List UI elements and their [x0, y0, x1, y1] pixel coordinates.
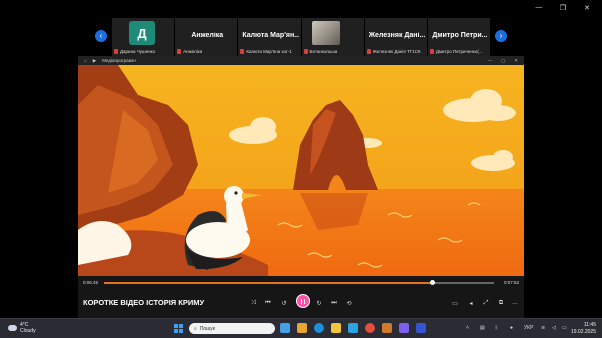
fullscreen-icon[interactable]: ⤢ — [481, 300, 491, 307]
participant-tile[interactable]: Калюта Мар'ян... Калюта Мар'яна хог-1 — [238, 18, 302, 56]
cloud-icon — [8, 325, 17, 331]
task-view-icon[interactable] — [280, 323, 290, 333]
taskbar: 4°C Cloudy ⌕ Пошук ˄ ▤ ᛒ ● УКР ≋ ◁ ▭ 11:… — [0, 318, 602, 338]
player-titlebar: ⌂ ▶ Медіапрогравач — ▢ ✕ — [78, 56, 524, 65]
participant-subname: Анжеліка — [183, 49, 203, 54]
participant-tile[interactable]: Бетанкольша — [301, 18, 365, 56]
chrome-icon[interactable] — [365, 323, 375, 333]
mic-muted-icon — [366, 49, 371, 54]
participant-tile[interactable]: Анжеліка Анжеліка — [175, 18, 239, 56]
forward-30-icon[interactable]: ↻ — [314, 300, 324, 307]
avatar — [311, 21, 340, 45]
mic-icon[interactable]: ● — [510, 325, 513, 331]
mic-muted-icon — [114, 49, 118, 54]
edge-icon[interactable] — [314, 323, 324, 333]
participant-name: Дмитро Петри... — [432, 32, 488, 39]
clock-time: 11:45 — [583, 322, 596, 328]
avatar: Д — [129, 21, 155, 45]
seek-bar[interactable] — [104, 280, 494, 285]
search-placeholder: Пошук — [199, 325, 215, 332]
seek-handle[interactable] — [429, 280, 435, 285]
time-elapsed: 0:06:45 — [83, 280, 99, 285]
tray-app-icon[interactable]: ▤ — [480, 325, 485, 331]
telegram-icon[interactable] — [348, 323, 358, 333]
participant-name: Калюта Мар'ян... — [242, 32, 299, 39]
teams-icon[interactable] — [416, 323, 426, 333]
time-total: 0:07:52 — [503, 280, 519, 285]
window-controls: — ❐ ✕ — [532, 4, 594, 12]
subtitles-icon[interactable]: ▭ — [450, 300, 460, 307]
participant-subname: Железняк Данія ТГ1СК — [372, 49, 421, 54]
restore-icon[interactable]: ❐ — [556, 4, 570, 12]
participant-name: Железняк Дані... — [368, 32, 425, 39]
mic-muted-icon — [429, 49, 434, 54]
participant-tile[interactable]: Д Дарина Чушенко — [112, 18, 176, 56]
bluetooth-icon[interactable]: ᛒ — [495, 325, 498, 331]
player-window-title: Медіапрогравач — [102, 58, 136, 63]
start-icon[interactable] — [174, 324, 183, 333]
shuffle-icon[interactable]: ⤨ — [248, 300, 258, 307]
media-player-window: ⌂ ▶ Медіапрогравач — ▢ ✕ 0:06:45 0:07:52… — [78, 56, 524, 318]
file-explorer-icon[interactable] — [331, 323, 341, 333]
clock-date: 19.02.2025 — [570, 328, 596, 335]
player-controls: 0:06:45 0:07:52 КОРОТКЕ ВІДЕО ІСТОРІЯ КР… — [78, 276, 524, 318]
clock[interactable]: 11:45 19.02.2025 — [571, 322, 596, 335]
video-frame[interactable] — [78, 65, 524, 276]
viber-icon[interactable] — [399, 323, 409, 333]
restore-icon[interactable]: ▢ — [501, 58, 505, 64]
mic-muted-icon — [240, 49, 245, 54]
screen: — ❐ ✕ ‹ › Д Дарина Чушенко Анжеліка Анже… — [0, 0, 602, 338]
participant-name: Анжеліка — [191, 32, 224, 39]
next-icon[interactable]: ⏭ — [329, 300, 339, 307]
language-indicator[interactable]: УКР — [524, 325, 533, 331]
photos-icon[interactable] — [382, 323, 392, 333]
previous-icon[interactable]: ⏮ — [263, 300, 273, 307]
participant-subname: Дарина Чушенко — [120, 49, 156, 54]
media-player-icon: ▶ — [92, 57, 97, 63]
search-icon: ⌕ — [194, 325, 197, 332]
close-icon[interactable]: ✕ — [514, 58, 518, 64]
video-title: КОРОТКЕ ВІДЕО ІСТОРІЯ КРИМУ — [83, 298, 205, 307]
weather-condition: Cloudy — [20, 328, 36, 334]
participant-subname: Дмитро Петриченко(... — [435, 49, 483, 54]
app-icon[interactable] — [297, 323, 307, 333]
mic-muted-icon — [177, 49, 182, 54]
pause-button[interactable] — [296, 294, 310, 308]
participant-subname: Калюта Мар'яна хог-1 — [246, 49, 292, 54]
tray-overflow-icon[interactable]: ˄ — [466, 325, 469, 331]
participants-strip: Д Дарина Чушенко Анжеліка Анжеліка Калют… — [112, 18, 491, 56]
home-icon[interactable]: ⌂ — [84, 58, 87, 63]
next-participants-button[interactable]: › — [495, 30, 507, 42]
mic-muted-icon — [303, 49, 308, 54]
wifi-icon[interactable]: ≋ — [541, 325, 545, 331]
seek-fill — [104, 282, 432, 284]
repeat-icon[interactable]: ⟲ — [344, 300, 354, 307]
battery-icon[interactable]: ▭ — [562, 325, 567, 331]
more-options-icon[interactable]: … — [510, 300, 520, 306]
participant-tile[interactable]: Железняк Дані... Железняк Данія ТГ1СК — [364, 18, 428, 56]
minimize-icon[interactable]: — — [487, 58, 492, 64]
miniplayer-icon[interactable]: ⧉ — [496, 300, 506, 307]
minimize-icon[interactable]: — — [532, 4, 546, 12]
video-scene — [78, 65, 524, 276]
close-icon[interactable]: ✕ — [580, 4, 594, 12]
prev-participants-button[interactable]: ‹ — [95, 30, 107, 42]
weather-widget[interactable]: 4°C Cloudy — [8, 322, 36, 334]
volume-icon[interactable]: ◂ — [466, 300, 476, 307]
participant-tile[interactable]: Дмитро Петри... Дмитро Петриченко(... — [427, 18, 491, 56]
taskbar-search[interactable]: ⌕ Пошук — [189, 323, 275, 334]
participant-subname: Бетанкольша — [309, 49, 338, 54]
speaker-icon[interactable]: ◁ — [552, 325, 556, 331]
rewind-10-icon[interactable]: ↺ — [279, 300, 289, 307]
